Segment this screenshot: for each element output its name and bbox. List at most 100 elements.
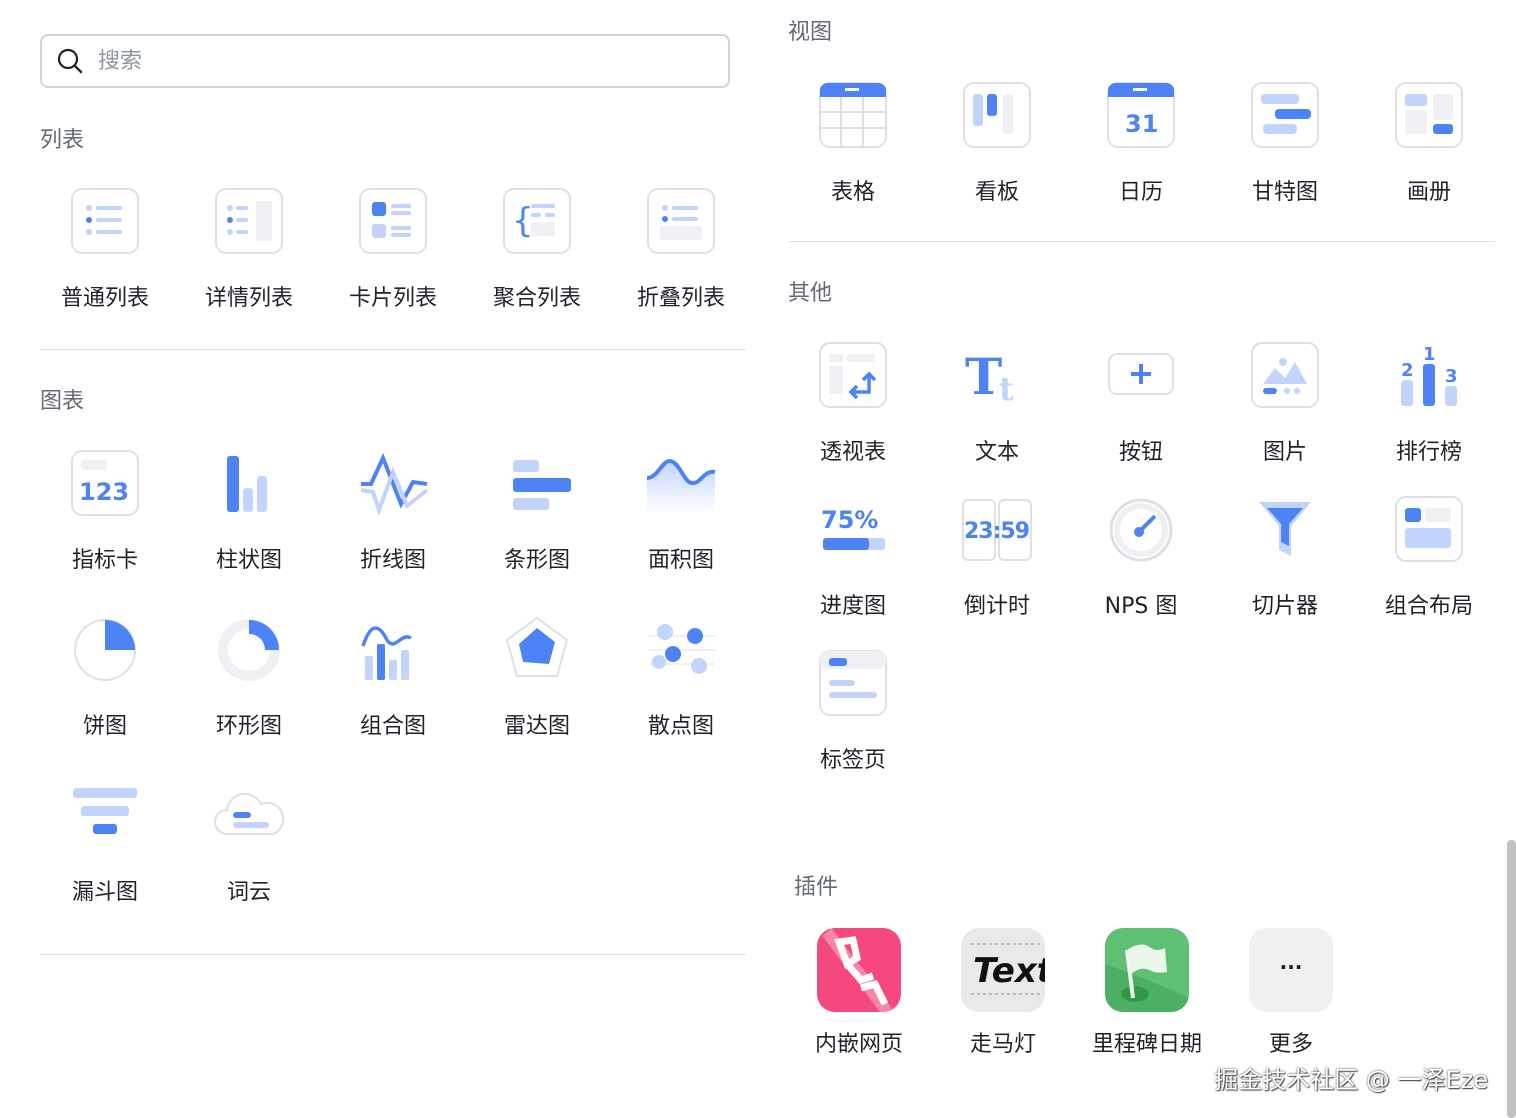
calendar-icon: 31 bbox=[1105, 80, 1177, 152]
component-label: 面积图 bbox=[647, 548, 714, 573]
card-list-icon bbox=[357, 186, 429, 258]
component-label: 雷达图 bbox=[503, 714, 570, 739]
component-item-funnel[interactable]: 漏斗图 bbox=[33, 780, 177, 906]
divider bbox=[40, 349, 746, 350]
component-item-tabs[interactable]: 标签页 bbox=[781, 648, 925, 774]
svg-text:···: ··· bbox=[1280, 955, 1303, 979]
component-item-gantt[interactable]: 甘特图 bbox=[1213, 80, 1357, 206]
component-item-card-list[interactable]: 卡片列表 bbox=[321, 186, 465, 312]
component-item-list[interactable]: 普通列表 bbox=[33, 186, 177, 312]
view-grid: 表格 看板 31 日历 甘特图 画册 bbox=[781, 80, 1501, 206]
component-item-table[interactable]: 表格 bbox=[781, 80, 925, 206]
component-label: 漏斗图 bbox=[71, 880, 138, 905]
component-label: 甘特图 bbox=[1251, 180, 1318, 205]
chart-grid: 123 指标卡 柱状图 折线图 条形图 面积图饼图 环形图 组合图 雷达图 散点图漏斗图 词云 bbox=[33, 448, 753, 906]
svg-text:{: { bbox=[512, 201, 534, 241]
search-box[interactable] bbox=[40, 34, 730, 88]
svg-text:T: T bbox=[965, 347, 1002, 406]
radar-icon bbox=[501, 614, 573, 686]
component-item-fold-list[interactable]: 折叠列表 bbox=[609, 186, 753, 312]
component-label: 饼图 bbox=[82, 714, 127, 739]
list-icon bbox=[69, 186, 141, 258]
svg-text:Text: Text bbox=[973, 951, 1045, 991]
svg-text:31: 31 bbox=[1125, 110, 1158, 138]
section-title-plugin: 插件 bbox=[794, 875, 839, 900]
component-label: NPS 图 bbox=[1104, 594, 1178, 619]
section-title-view: 视图 bbox=[788, 20, 833, 45]
component-item-text[interactable]: Tt 文本 bbox=[925, 340, 1069, 466]
donut-icon bbox=[213, 614, 285, 686]
search-icon bbox=[57, 48, 83, 74]
component-item-countdown[interactable]: 23:59 倒计时 bbox=[925, 494, 1069, 620]
component-item-radar[interactable]: 雷达图 bbox=[465, 614, 609, 740]
search-input[interactable] bbox=[98, 48, 658, 74]
section-title-chart: 图表 bbox=[40, 389, 85, 414]
layout-icon bbox=[1393, 494, 1465, 566]
component-item-slicer[interactable]: 切片器 bbox=[1213, 494, 1357, 620]
fold-list-icon bbox=[645, 186, 717, 258]
component-item-metric[interactable]: 123 指标卡 bbox=[33, 448, 177, 574]
image-icon bbox=[1249, 340, 1321, 412]
area-icon bbox=[645, 448, 717, 520]
svg-text:123: 123 bbox=[79, 478, 129, 506]
component-item-embed-link[interactable]: 内嵌网页 bbox=[787, 928, 931, 1058]
gallery-icon bbox=[1393, 80, 1465, 152]
component-item-detail-list[interactable]: 详情列表 bbox=[177, 186, 321, 312]
section-title-list: 列表 bbox=[40, 128, 85, 153]
component-label: 画册 bbox=[1406, 180, 1451, 205]
component-item-bar[interactable]: 柱状图 bbox=[177, 448, 321, 574]
component-item-combo[interactable]: 组合图 bbox=[321, 614, 465, 740]
pivot-icon bbox=[817, 340, 889, 412]
component-label: 内嵌网页 bbox=[814, 1032, 903, 1057]
other-grid: 透视表 Tt 文本 按钮 图片 2 1 3 排行榜 75% 进度图 23:59 倒计时 NPS 图 切片器 组… bbox=[781, 340, 1501, 774]
table-icon bbox=[817, 80, 889, 152]
component-label: 日历 bbox=[1118, 180, 1163, 205]
detail-list-icon bbox=[213, 186, 285, 258]
component-item-layout[interactable]: 组合布局 bbox=[1357, 494, 1501, 620]
component-item-line[interactable]: 折线图 bbox=[321, 448, 465, 574]
component-label: 文本 bbox=[974, 440, 1019, 465]
component-item-pivot[interactable]: 透视表 bbox=[781, 340, 925, 466]
component-label: 指标卡 bbox=[71, 548, 138, 573]
progress-icon: 75% bbox=[817, 494, 889, 566]
component-label: 折线图 bbox=[359, 548, 426, 573]
component-label: 散点图 bbox=[647, 714, 714, 739]
component-item-cloud[interactable]: 词云 bbox=[177, 780, 321, 906]
component-label: 详情列表 bbox=[204, 286, 293, 311]
component-item-nps[interactable]: NPS 图 bbox=[1069, 494, 1213, 620]
component-label: 柱状图 bbox=[215, 548, 282, 573]
component-label: 透视表 bbox=[819, 440, 886, 465]
embed-link-icon bbox=[817, 928, 901, 1012]
countdown-icon: 23:59 bbox=[961, 494, 1033, 566]
component-item-area[interactable]: 面积图 bbox=[609, 448, 753, 574]
component-item-donut[interactable]: 环形图 bbox=[177, 614, 321, 740]
component-item-image[interactable]: 图片 bbox=[1213, 340, 1357, 466]
component-label: 按钮 bbox=[1118, 440, 1163, 465]
component-item-more[interactable]: ··· 更多 bbox=[1219, 928, 1363, 1058]
component-item-kanban[interactable]: 看板 bbox=[925, 80, 1069, 206]
slicer-icon bbox=[1249, 494, 1321, 566]
bar-icon bbox=[213, 448, 285, 520]
component-item-ranking[interactable]: 2 1 3 排行榜 bbox=[1357, 340, 1501, 466]
component-item-milestone-flag[interactable]: 里程碑日期 bbox=[1075, 928, 1219, 1058]
marquee-icon: Text bbox=[961, 928, 1045, 1012]
component-item-pie[interactable]: 饼图 bbox=[33, 614, 177, 740]
component-item-hbar[interactable]: 条形图 bbox=[465, 448, 609, 574]
pie-icon bbox=[69, 614, 141, 686]
component-label: 切片器 bbox=[1251, 594, 1318, 619]
component-item-scatter[interactable]: 散点图 bbox=[609, 614, 753, 740]
component-item-group-list[interactable]: { 聚合列表 bbox=[465, 186, 609, 312]
combo-icon bbox=[357, 614, 429, 686]
scrollbar[interactable] bbox=[1507, 840, 1516, 1118]
component-label: 表格 bbox=[830, 180, 875, 205]
component-item-button[interactable]: 按钮 bbox=[1069, 340, 1213, 466]
component-label: 更多 bbox=[1268, 1032, 1313, 1057]
component-item-calendar[interactable]: 31 日历 bbox=[1069, 80, 1213, 206]
svg-text:23:59: 23:59 bbox=[964, 519, 1030, 544]
divider bbox=[40, 954, 746, 955]
gantt-icon bbox=[1249, 80, 1321, 152]
component-label: 聚合列表 bbox=[492, 286, 581, 311]
component-item-progress[interactable]: 75% 进度图 bbox=[781, 494, 925, 620]
component-item-marquee[interactable]: Text 走马灯 bbox=[931, 928, 1075, 1058]
component-item-gallery[interactable]: 画册 bbox=[1357, 80, 1501, 206]
